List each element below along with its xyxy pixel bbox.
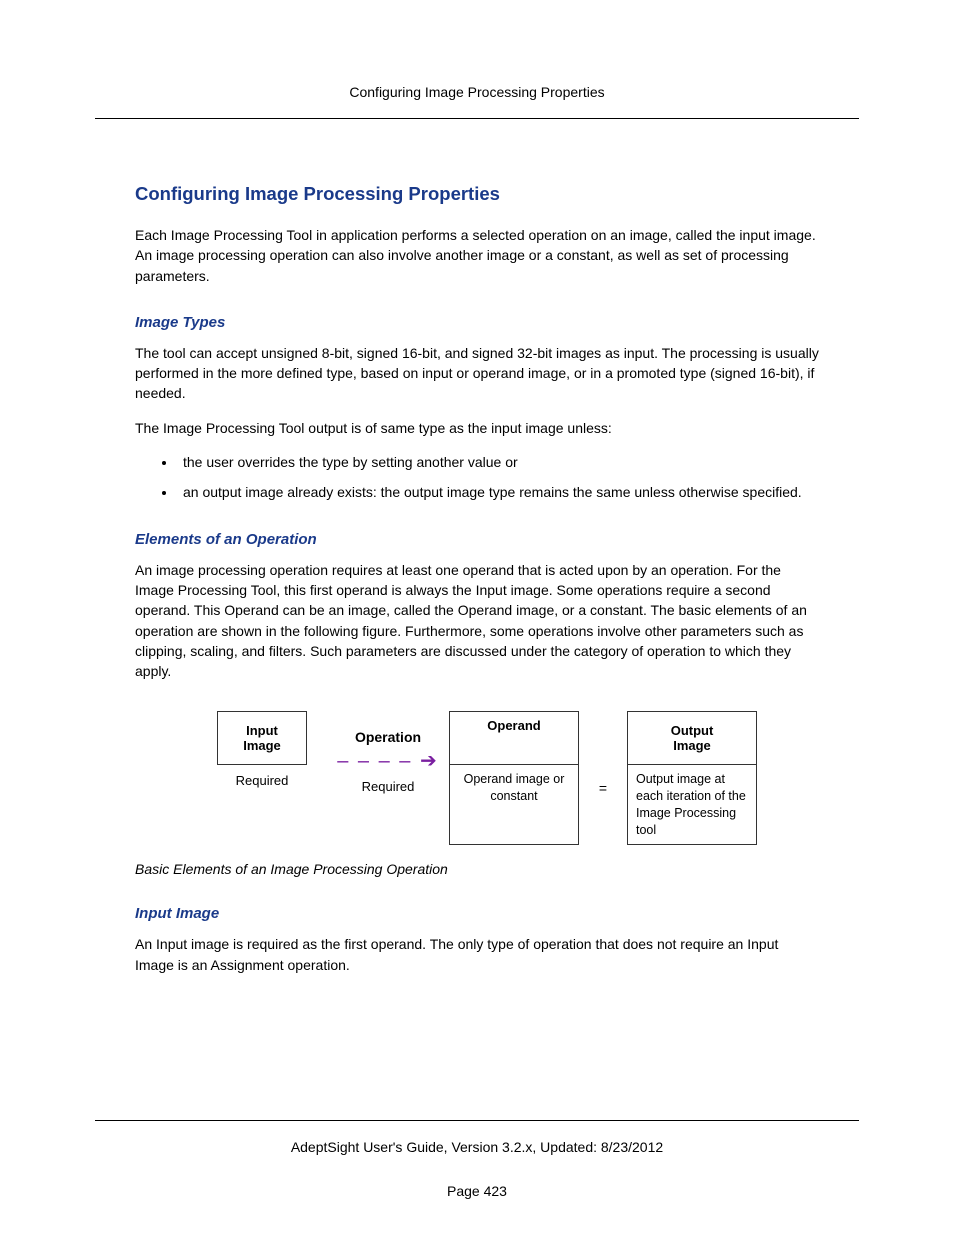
diagram-operation-col: Operation – – – – ➔ Required	[333, 711, 443, 794]
diagram-input-col: Input Image Required	[191, 711, 333, 788]
diagram-input-sub: Required	[236, 773, 289, 788]
heading-image-types: Image Types	[135, 314, 819, 331]
diagram-output-box: Output Image	[627, 711, 757, 765]
list-item: an output image already exists: the outp…	[177, 482, 819, 502]
diagram-operand-box: Operand	[449, 711, 579, 765]
page-number: Page 423	[95, 1183, 859, 1199]
footer-guide-line: AdeptSight User's Guide, Version 3.2.x, …	[95, 1139, 859, 1155]
diagram-operation-label: Operation	[355, 729, 421, 745]
diagram-output-col: Output Image Output image at each iterat…	[621, 711, 763, 845]
diagram-caption: Basic Elements of an Image Processing Op…	[135, 861, 819, 877]
diagram-operand-col: Operand Operand image or constant	[443, 711, 585, 845]
heading-elements: Elements of an Operation	[135, 531, 819, 548]
heading-input-image: Input Image	[135, 905, 819, 922]
arrow-icon: – – – – ➔	[337, 751, 438, 771]
image-types-p2: The Image Processing Tool output is of s…	[135, 418, 819, 438]
list-item: the user overrides the type by setting a…	[177, 452, 819, 472]
input-image-p1: An Input image is required as the first …	[135, 934, 819, 975]
image-types-list: the user overrides the type by setting a…	[135, 452, 819, 503]
running-header: Configuring Image Processing Properties	[95, 84, 859, 100]
diagram-operand-sub: Operand image or constant	[449, 765, 579, 845]
section-title: Configuring Image Processing Properties	[135, 183, 819, 205]
operation-diagram: Input Image Required Operation – – – – ➔…	[135, 711, 819, 845]
intro-paragraph: Each Image Processing Tool in applicatio…	[135, 225, 819, 286]
diagram-operation-sub: Required	[362, 779, 415, 794]
top-rule	[95, 118, 859, 119]
content-area: Configuring Image Processing Properties …	[95, 183, 859, 975]
diagram-input-box: Input Image	[217, 711, 307, 765]
footer: AdeptSight User's Guide, Version 3.2.x, …	[95, 1120, 859, 1199]
bottom-rule	[95, 1120, 859, 1121]
diagram-output-sub: Output image at each iteration of the Im…	[627, 765, 757, 845]
image-types-p1: The tool can accept unsigned 8-bit, sign…	[135, 343, 819, 404]
elements-p1: An image processing operation requires a…	[135, 560, 819, 682]
equals-sign: =	[585, 780, 621, 796]
